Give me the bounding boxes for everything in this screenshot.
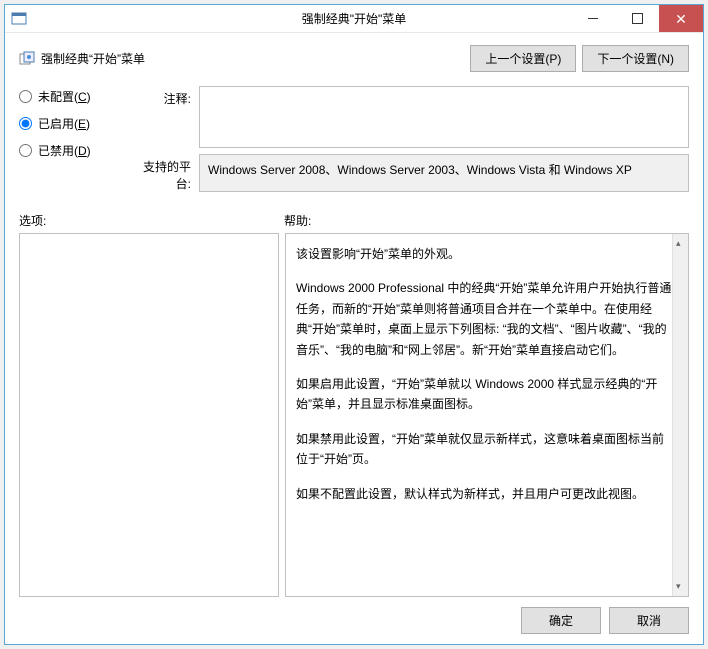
radio-not-configured[interactable]: 未配置(C) <box>19 88 129 105</box>
comment-label: 注释: <box>129 86 199 107</box>
radio-enabled-input[interactable] <box>19 117 32 130</box>
close-button[interactable]: ✕ <box>659 5 703 32</box>
previous-setting-button[interactable]: 上一个设置(P) <box>470 45 576 72</box>
next-setting-button[interactable]: 下一个设置(N) <box>582 45 689 72</box>
app-icon <box>11 11 27 27</box>
radio-disabled[interactable]: 已禁用(D) <box>19 142 129 159</box>
help-paragraph: 如果不配置此设置，默认样式为新样式，并且用户可更改此视图。 <box>296 484 674 504</box>
supported-platform-box: Windows Server 2008、Windows Server 2003、… <box>199 154 689 192</box>
options-pane <box>19 233 279 597</box>
radio-disabled-input[interactable] <box>19 144 32 157</box>
minimize-button[interactable] <box>571 5 615 32</box>
cancel-button[interactable]: 取消 <box>609 607 689 634</box>
platform-label: 支持的平台: <box>129 154 199 192</box>
help-paragraph: 该设置影响“开始”菜单的外观。 <box>296 244 674 264</box>
state-radio-group: 未配置(C) 已启用(E) 已禁用(D) <box>19 86 129 192</box>
help-paragraph: 如果禁用此设置，“开始”菜单就仅显示新样式，这意味着桌面图标当前位于“开始”页。 <box>296 429 674 470</box>
help-scrollbar[interactable] <box>672 234 688 596</box>
options-label: 选项: <box>19 212 284 229</box>
policy-name: 强制经典“开始”菜单 <box>41 50 470 67</box>
help-label: 帮助: <box>284 212 311 229</box>
policy-editor-window: 强制经典"开始"菜单 ✕ 强制经典“开始”菜单 上一个设置(P) 下一个设置(N… <box>4 4 704 645</box>
help-paragraph: 如果启用此设置，“开始”菜单就以 Windows 2000 样式显示经典的“开始… <box>296 374 674 415</box>
radio-not-configured-input[interactable] <box>19 90 32 103</box>
help-pane: 该设置影响“开始”菜单的外观。 Windows 2000 Professiona… <box>285 233 689 597</box>
titlebar[interactable]: 强制经典"开始"菜单 ✕ <box>5 5 703 33</box>
policy-icon <box>19 51 35 67</box>
maximize-button[interactable] <box>615 5 659 32</box>
ok-button[interactable]: 确定 <box>521 607 601 634</box>
radio-enabled[interactable]: 已启用(E) <box>19 115 129 132</box>
help-paragraph: Windows 2000 Professional 中的经典“开始”菜单允许用户… <box>296 278 674 360</box>
content-area: 强制经典“开始”菜单 上一个设置(P) 下一个设置(N) 未配置(C) 已启用(… <box>5 33 703 644</box>
comment-input[interactable] <box>199 86 689 148</box>
